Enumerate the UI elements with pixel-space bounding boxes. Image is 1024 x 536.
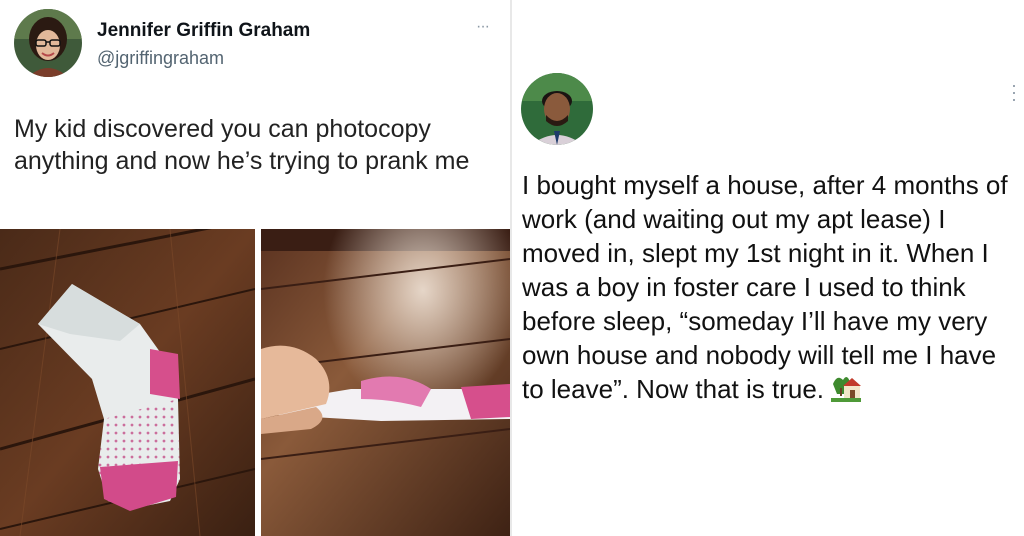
tweet-text: My kid discovered you can photocopy anyt… — [14, 115, 470, 175]
more-options-icon[interactable]: ··· — [1008, 76, 1020, 108]
socks-on-floor-photo[interactable] — [0, 229, 255, 536]
panel-divider — [510, 0, 512, 536]
author-avatar-right[interactable] — [521, 73, 593, 145]
tweet-text: I bought myself a house, after 4 months … — [522, 168, 1022, 410]
author-name[interactable]: Jennifer Griffin Graham — [97, 20, 310, 42]
house-with-garden-icon — [831, 374, 862, 410]
author-avatar-left[interactable] — [14, 9, 82, 77]
author-handle[interactable]: @jgriffingraham — [97, 48, 224, 69]
photocopied-sock-paper-photo[interactable] — [261, 229, 510, 536]
more-options-icon[interactable]: ··· — [476, 18, 490, 36]
tweet-text-body: I bought myself a house, after 4 months … — [522, 170, 1008, 404]
left-tweet-card: Jennifer Griffin Graham @jgriffingraham … — [0, 0, 510, 536]
